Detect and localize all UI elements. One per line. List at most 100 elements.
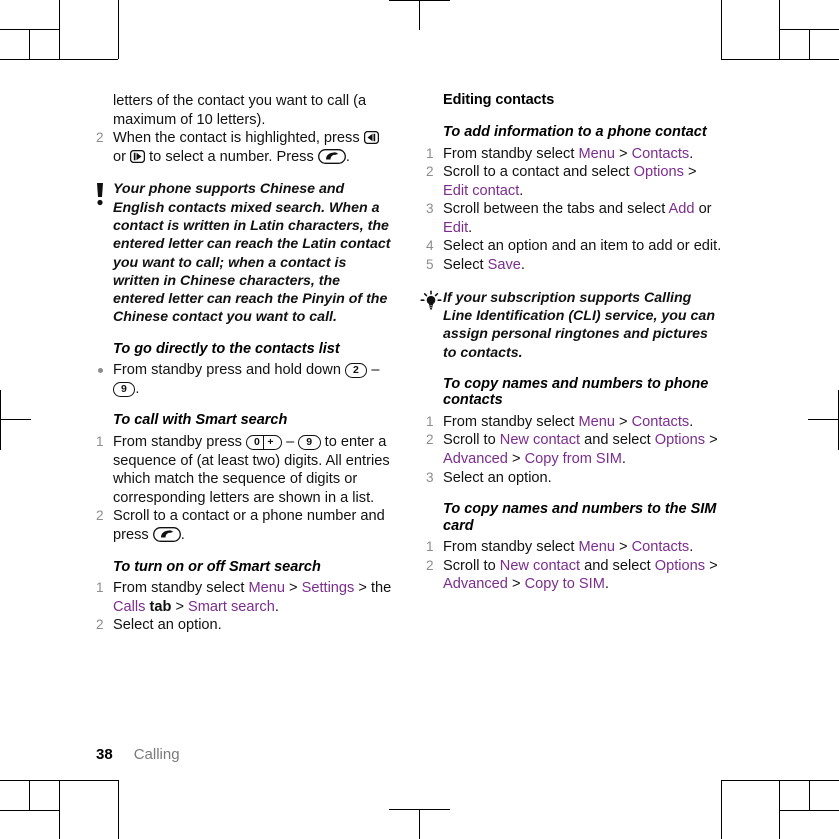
inline-text: . [689,539,694,556]
step-item: 4 Select an option and an item to add or… [426,237,724,256]
inline-text: From standby select [443,145,579,162]
exclamation-note-icon [90,181,112,206]
smart-search-steps: 1 From standby press 0 + – 9 to enter a s… [96,433,394,545]
step-item: 1 From standby select Menu > Settings > … [96,579,394,616]
inline-text: . [468,219,473,236]
inline-text: > the [354,580,392,596]
subheading-copy-to-phone: To copy names and numbers to phone conta… [443,375,709,409]
step-text: Scroll to New contact and select Options… [443,558,718,593]
keycap-2: 2 [345,363,368,379]
key-range-dash: – [286,433,295,450]
subheading-toggle-smart-search: To turn on or off Smart search [113,558,321,575]
inline-menu-link: Settings [301,580,355,596]
tip-callout: If your subscription supports Calling Li… [420,289,724,362]
inline-text: > [614,145,632,162]
list-item: From standby press and hold down 2 – 9. [96,361,394,398]
inline-menu-link: New contact [499,557,581,574]
continued-step-list: 2 When the contact is highlighted, press… [96,129,394,166]
tip-text: If your subscription supports Calling Li… [443,289,715,361]
bullet-text-period: . [135,380,140,397]
inline-menu-link: Options [633,164,684,181]
inline-menu-link: Smart search [188,598,275,615]
step-text-period: . [345,148,350,165]
copy-to-sim-steps: 1 From standby select Menu > Contacts. 2… [426,538,724,594]
step-item: 1 From standby select Menu > Contacts. [426,538,724,557]
step-number: 2 [426,557,434,573]
inline-text: > [284,580,302,596]
inline-menu-link: Advanced [443,576,508,593]
note-text: Your phone supports Chinese and English … [113,181,391,326]
inline-text: or [694,201,712,218]
inline-menu-link: Menu [248,580,285,596]
step-number: 1 [426,413,434,429]
inline-menu-link: Add [668,201,695,218]
step-text: Select an option. [113,617,222,633]
step-item: 1 From standby press 0 + – 9 to enter a s… [96,433,394,507]
keycap-0-label: 0 [254,435,261,448]
step-number: 3 [426,201,434,217]
inline-menu-link: Advanced [443,451,508,468]
inline-bold-text: tab [145,598,172,615]
copy-to-phone-steps: 1 From standby select Menu > Contacts. 2… [426,413,724,487]
inline-text: From standby select [113,580,249,596]
inline-menu-link: Options [654,557,706,574]
left-column: letters of the contact you want to call … [96,92,394,635]
inline-text: and select [580,557,655,574]
inline-text: From standby select [443,539,579,556]
step-number: 2 [96,130,104,146]
inline-text: > [171,598,189,615]
step-number: 4 [426,238,434,254]
inline-text: > [705,557,718,574]
inline-text: . [689,413,694,430]
inline-text: Select an option and an item to add or e… [443,238,722,255]
inline-menu-link: Options [654,432,706,449]
inline-text: Scroll between the tabs and select [443,201,669,218]
inline-text: From standby select [443,413,579,430]
inline-text: . [689,145,694,162]
step-text: Scroll to New contact and select Options… [443,432,718,467]
inline-menu-link: Menu [578,539,615,556]
inline-text: > [705,432,718,449]
lightbulb-tip-icon [420,290,442,312]
inline-text: > [614,539,632,556]
step-text: From standby select Menu > Contacts. [443,414,693,430]
inline-text: . [274,598,279,615]
inline-text: . [621,451,626,468]
step-text-period: . [180,526,185,543]
inline-text: Scroll to a contact and select [443,164,634,181]
bullet-dot [98,368,103,374]
step-text: Select an option. [443,470,552,486]
step-text: Scroll to a contact and select Options >… [443,164,697,199]
keycap-9: 9 [298,434,321,450]
inline-menu-link: Edit contact [443,182,520,199]
inline-text: > [683,164,697,181]
step-item: 2 Scroll to a contact and select Options… [426,163,724,200]
step-number: 1 [426,145,434,161]
inline-text: Select an option. [443,469,552,486]
subheading-copy-to-sim: To copy names and numbers to the SIM car… [443,501,717,534]
inline-menu-link: Calls [113,598,146,615]
step-text: From standby select Menu > Contacts. [443,146,693,162]
inline-menu-link: Contacts [631,145,690,162]
step-item: 2 Scroll to a contact or a phone number … [96,507,394,544]
inline-text: Scroll to [443,432,500,449]
step-text-part2: to select a number. Press [149,148,314,165]
step-number: 1 [426,539,434,555]
inline-text: > [507,451,525,468]
inline-menu-link: Edit [443,219,469,236]
step-text-part1: From standby press [113,433,242,450]
subheading-contacts-list: To go directly to the contacts list [113,340,340,357]
step-text: Scroll between the tabs and select Add o… [443,201,712,236]
call-key-icon [152,526,181,542]
subheading-call-smart-search: To call with Smart search [113,412,288,429]
inline-text: Scroll to [443,557,500,574]
section-title-editing-contacts: Editing contacts [443,92,555,108]
step-number: 1 [96,580,104,595]
manual-page: letters of the contact you want to call … [0,0,839,839]
step-item: 5 Select Save. [426,256,724,275]
keycap-plus-label: + [263,435,274,449]
step-item: 1 From standby select Menu > Contacts. [426,413,724,432]
nav-left-key-icon [363,131,379,145]
step-number: 2 [426,164,434,180]
inline-text: . [519,182,524,199]
